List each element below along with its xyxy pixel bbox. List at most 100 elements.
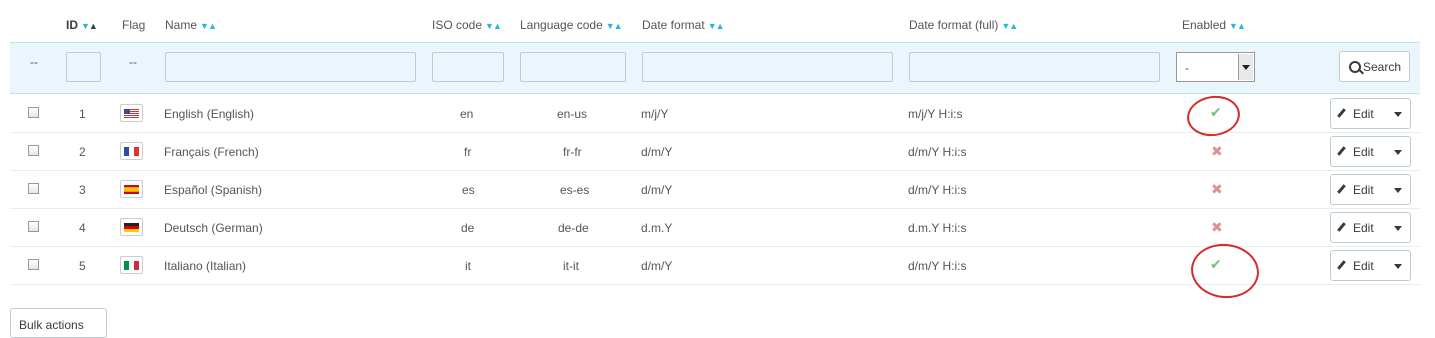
language-code-filter-input[interactable] xyxy=(520,52,626,82)
header-language-code-label: Language code xyxy=(520,18,603,32)
search-button-label: Search xyxy=(1363,60,1402,74)
edit-button[interactable]: Edit xyxy=(1330,98,1411,129)
cross-icon[interactable]: ✖ xyxy=(1211,181,1223,198)
row-name: Français (French) xyxy=(164,145,259,159)
sort-arrows-icon[interactable]: ▼▲ xyxy=(708,21,725,31)
header-enabled-label: Enabled xyxy=(1182,18,1227,32)
row-date-format: d.m.Y xyxy=(641,221,673,235)
filter-row: -- -- - Search xyxy=(10,42,1420,94)
date-format-filter-input[interactable] xyxy=(642,52,893,82)
flag-es-icon xyxy=(120,180,143,198)
edit-button-label: Edit xyxy=(1353,221,1374,235)
cross-icon[interactable]: ✖ xyxy=(1211,143,1223,160)
sort-arrows-icon[interactable]: ▼▲ xyxy=(606,21,623,31)
sort-arrows-icon[interactable]: ▼▲ xyxy=(200,21,217,31)
flag-us-icon xyxy=(120,104,143,122)
bulk-filter-placeholder: -- xyxy=(30,55,38,69)
header-flag: Flag xyxy=(122,18,146,32)
row-checkbox[interactable] xyxy=(28,221,39,232)
row-checkbox[interactable] xyxy=(28,107,39,118)
row-language-code: it-it xyxy=(563,259,579,273)
edit-button-label: Edit xyxy=(1353,183,1374,197)
edit-button[interactable]: Edit xyxy=(1330,174,1411,205)
table-row: 2 Français (French) fr fr-fr d/m/Y d/m/Y… xyxy=(10,133,1420,171)
edit-button-label: Edit xyxy=(1353,107,1374,121)
iso-filter-input[interactable] xyxy=(432,52,504,82)
edit-button-label: Edit xyxy=(1353,259,1374,273)
edit-button[interactable]: Edit xyxy=(1330,250,1411,281)
chevron-down-icon[interactable] xyxy=(1394,188,1402,193)
row-iso: it xyxy=(465,259,471,273)
pencil-icon xyxy=(1337,184,1346,194)
table-row: 4 Deutsch (German) de de-de d.m.Y d.m.Y … xyxy=(10,209,1420,247)
row-checkbox[interactable] xyxy=(28,259,39,270)
row-name: Español (Spanish) xyxy=(164,183,263,197)
table-row: 3 Español (Spanish) es es-es d/m/Y d/m/Y… xyxy=(10,171,1420,209)
edit-button[interactable]: Edit xyxy=(1330,212,1411,243)
header-date-format[interactable]: Date format ▼▲ xyxy=(642,18,725,32)
search-icon xyxy=(1349,61,1361,73)
sort-arrows-icon[interactable]: ▼▲ xyxy=(485,21,502,31)
date-format-full-filter-input[interactable] xyxy=(909,52,1160,82)
row-language-code: fr-fr xyxy=(563,145,582,159)
row-iso: de xyxy=(461,221,475,235)
header-enabled[interactable]: Enabled ▼▲ xyxy=(1182,18,1246,32)
pencil-icon xyxy=(1337,108,1346,118)
row-id: 5 xyxy=(79,259,86,273)
search-button[interactable]: Search xyxy=(1339,51,1410,82)
row-checkbox[interactable] xyxy=(28,145,39,156)
flag-filter-placeholder: -- xyxy=(129,55,137,69)
row-date-format-full: d/m/Y H:i:s xyxy=(908,145,967,159)
name-filter-input[interactable] xyxy=(165,52,416,82)
header-date-format-label: Date format xyxy=(642,18,705,32)
chevron-down-icon[interactable] xyxy=(1394,226,1402,231)
row-date-format: d/m/Y xyxy=(641,183,673,197)
row-language-code: de-de xyxy=(558,221,589,235)
row-name: Italiano (Italian) xyxy=(164,259,247,273)
row-name: English (English) xyxy=(164,107,255,121)
header-id[interactable]: ID ▼▲ xyxy=(66,18,98,32)
chevron-down-icon[interactable] xyxy=(1394,264,1402,269)
chevron-down-icon[interactable] xyxy=(1238,54,1253,80)
row-iso: en xyxy=(460,107,474,121)
header-name[interactable]: Name ▼▲ xyxy=(165,18,217,32)
bulk-actions-button[interactable]: Bulk actions xyxy=(10,308,107,338)
row-date-format: m/j/Y xyxy=(641,107,669,121)
flag-it-icon xyxy=(120,256,143,274)
table-header: ID ▼▲ Flag Name ▼▲ ISO code ▼▲ Language cod… xyxy=(10,0,1420,42)
id-filter-input[interactable] xyxy=(66,52,101,82)
header-iso[interactable]: ISO code ▼▲ xyxy=(432,18,502,32)
cross-icon[interactable]: ✖ xyxy=(1211,219,1223,236)
enabled-filter-select[interactable]: - xyxy=(1176,52,1255,82)
row-date-format-full: d/m/Y H:i:s xyxy=(908,259,967,273)
row-id: 4 xyxy=(79,221,86,235)
chevron-down-icon[interactable] xyxy=(1394,150,1402,155)
row-id: 2 xyxy=(79,145,86,159)
row-date-format: d/m/Y xyxy=(641,259,673,273)
row-id: 1 xyxy=(79,107,86,121)
edit-button-label: Edit xyxy=(1353,145,1374,159)
header-name-label: Name xyxy=(165,18,198,32)
header-date-format-full[interactable]: Date format (full) ▼▲ xyxy=(909,18,1018,32)
enabled-filter-value: - xyxy=(1185,61,1189,75)
row-iso: fr xyxy=(464,145,472,159)
pencil-icon xyxy=(1337,222,1346,232)
pencil-icon xyxy=(1337,260,1346,270)
row-iso: es xyxy=(462,183,475,197)
row-date-format-full: d/m/Y H:i:s xyxy=(908,183,967,197)
flag-de-icon xyxy=(120,218,143,236)
pencil-icon xyxy=(1337,146,1346,156)
row-checkbox[interactable] xyxy=(28,183,39,194)
edit-button[interactable]: Edit xyxy=(1330,136,1411,167)
sort-arrows-icon[interactable]: ▼▲ xyxy=(81,21,98,31)
row-language-code: en-us xyxy=(557,107,588,121)
row-date-format-full: d.m.Y H:i:s xyxy=(908,221,967,235)
chevron-down-icon[interactable] xyxy=(1394,112,1402,117)
header-language-code[interactable]: Language code ▼▲ xyxy=(520,18,623,32)
row-language-code: es-es xyxy=(560,183,590,197)
header-date-format-full-label: Date format (full) xyxy=(909,18,999,32)
sort-arrows-icon[interactable]: ▼▲ xyxy=(1001,21,1018,31)
row-name: Deutsch (German) xyxy=(164,221,263,235)
sort-arrows-icon[interactable]: ▼▲ xyxy=(1229,21,1246,31)
row-date-format-full: m/j/Y H:i:s xyxy=(908,107,963,121)
